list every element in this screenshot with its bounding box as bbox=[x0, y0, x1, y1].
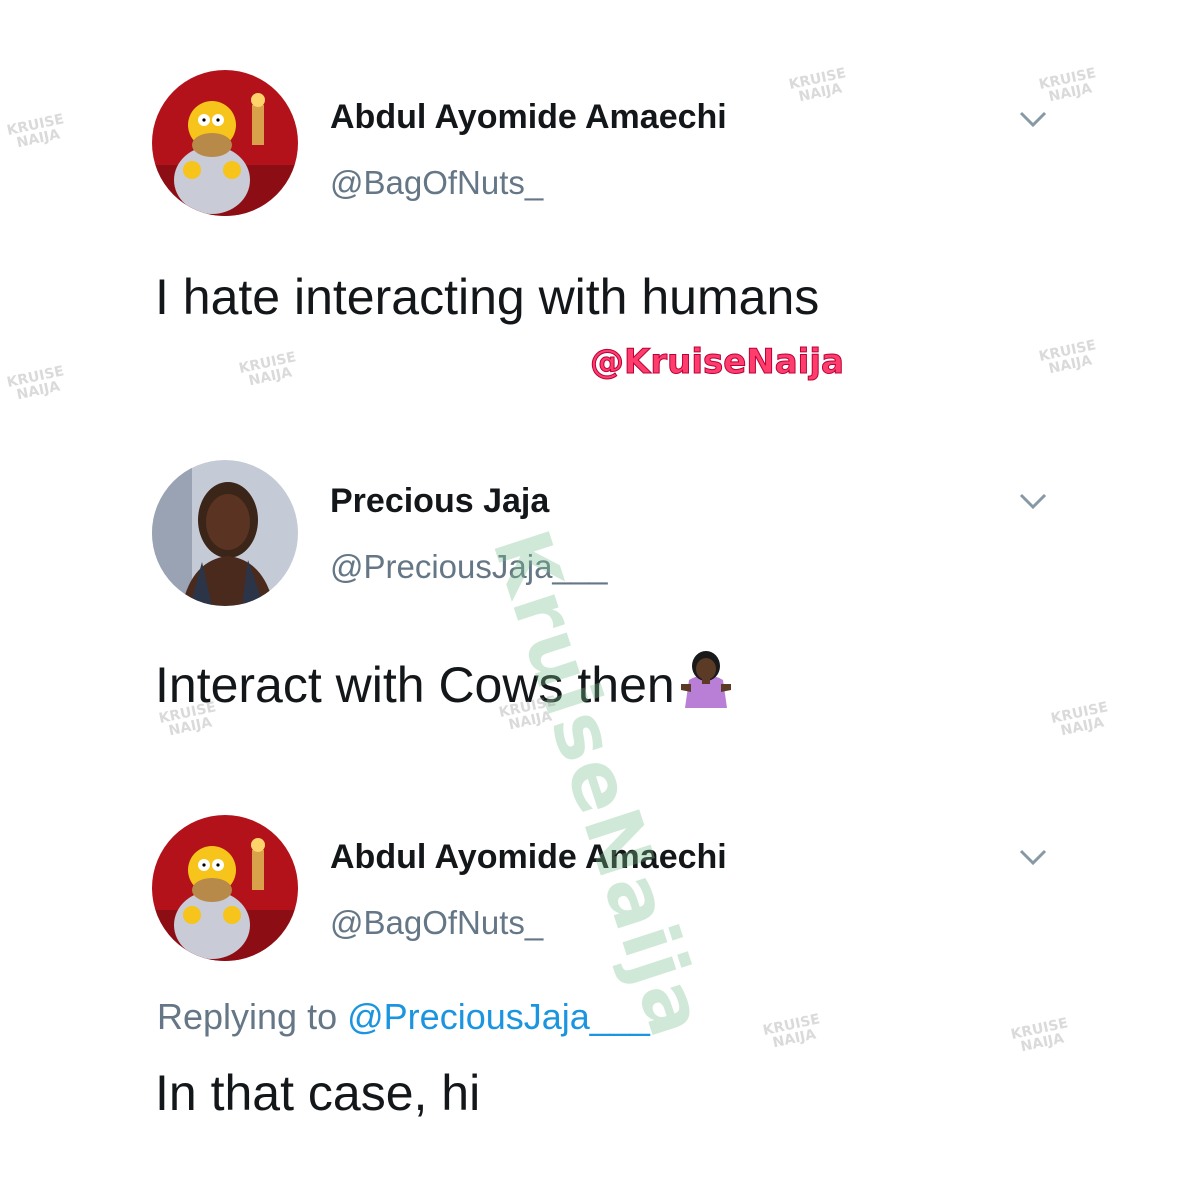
chevron-down-icon[interactable] bbox=[1018, 108, 1048, 130]
display-name[interactable]: Abdul Ayomide Amaechi bbox=[330, 98, 727, 137]
tweet-text: I hate interacting with humans bbox=[155, 269, 820, 325]
big-watermark: KruiseNaija bbox=[474, 520, 723, 1049]
watermark: KRUISE NAIJA bbox=[237, 349, 298, 390]
avatar[interactable] bbox=[152, 815, 298, 961]
homer-avatar-icon bbox=[152, 70, 298, 216]
watermark: KRUISE NAIJA bbox=[1037, 337, 1098, 378]
tweet-text: Interact with Cows then bbox=[155, 650, 735, 714]
display-name[interactable]: Precious Jaja bbox=[330, 482, 549, 521]
avatar[interactable] bbox=[152, 70, 298, 216]
woman-selfie-avatar-icon bbox=[152, 460, 298, 606]
person-shrugging-emoji-icon bbox=[677, 650, 735, 708]
chevron-down-icon[interactable] bbox=[1018, 846, 1048, 868]
tweet-text: In that case, hi bbox=[155, 1065, 481, 1121]
watermark: KRUISE NAIJA bbox=[1037, 65, 1098, 106]
kruisenaija-tag: @KruiseNaija bbox=[590, 342, 845, 383]
watermark: KRUISE NAIJA bbox=[5, 111, 66, 152]
avatar[interactable] bbox=[152, 460, 298, 606]
watermark: KRUISE NAIJA bbox=[1049, 699, 1110, 740]
watermark: KRUISE NAIJA bbox=[1009, 1015, 1070, 1056]
watermark: KRUISE NAIJA bbox=[5, 363, 66, 404]
homer-avatar-icon bbox=[152, 815, 298, 961]
user-handle[interactable]: @BagOfNuts_ bbox=[330, 904, 543, 942]
user-handle[interactable]: @BagOfNuts_ bbox=[330, 164, 543, 202]
mention-link[interactable]: @PreciousJaja___ bbox=[347, 996, 650, 1037]
watermark: KRUISE NAIJA bbox=[761, 1011, 822, 1052]
replying-prefix: Replying to bbox=[157, 996, 338, 1037]
watermark: KRUISE NAIJA bbox=[787, 65, 848, 106]
chevron-down-icon[interactable] bbox=[1018, 490, 1048, 512]
replying-to-line: Replying to @PreciousJaja___ bbox=[157, 996, 650, 1038]
